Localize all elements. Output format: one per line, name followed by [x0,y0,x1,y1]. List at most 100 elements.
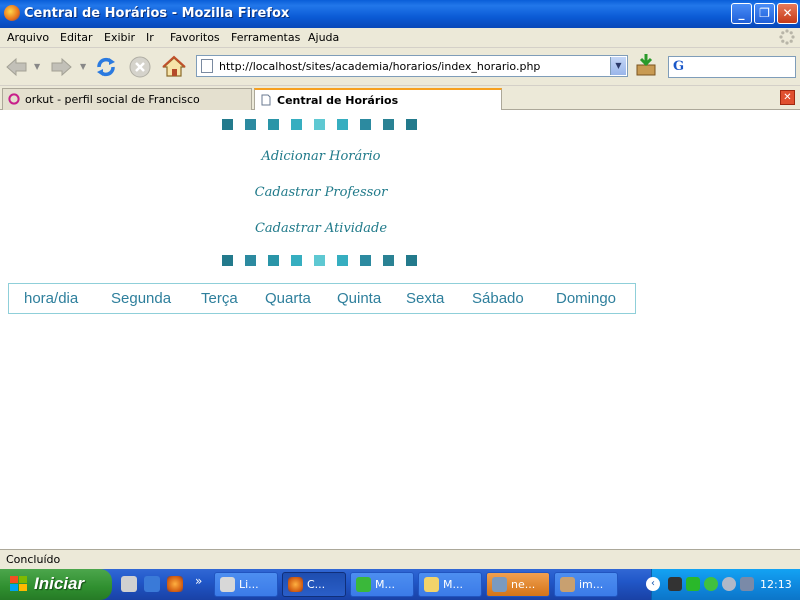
reload-icon[interactable] [93,54,119,80]
tray-app-icon[interactable] [668,577,682,591]
decorative-square [268,119,279,130]
maximize-button[interactable]: ❐ [754,3,775,24]
taskbar-clock: 12:13 [760,578,792,591]
link-adicionar-horario[interactable]: Adicionar Horário [200,148,442,184]
messenger-icon [356,577,371,592]
google-search-icon[interactable]: G [673,59,684,74]
nav-links: Adicionar Horário Cadastrar Professor Ca… [200,148,442,256]
tray-expand-icon[interactable]: ‹ [646,577,660,591]
menu-ir[interactable]: Ir [146,31,154,44]
col-quarta: Quarta [265,290,311,307]
tab-central-de-horarios[interactable]: Central de Horários [254,88,502,110]
quicklaunch-overflow-icon[interactable]: » [195,574,202,588]
link-cadastrar-atividade[interactable]: Cadastrar Atividade [200,220,442,256]
decorative-square [245,119,256,130]
decorative-square [406,255,417,266]
forward-arrow-icon[interactable] [48,54,74,80]
windows-logo-icon [10,576,28,592]
decorative-square [337,255,348,266]
home-icon[interactable] [161,54,187,80]
start-button[interactable]: Iniciar [0,569,112,600]
task-button[interactable]: Li... [214,572,278,597]
tray-network-icon[interactable] [740,577,754,591]
orkut-icon [8,93,20,105]
quicklaunch-app-icon[interactable] [121,576,137,592]
menu-ferramentas[interactable]: Ferramentas [231,31,300,44]
menu-exibir[interactable]: Exibir [104,31,135,44]
quicklaunch-firefox-icon[interactable] [167,576,183,592]
tab-bar: orkut - perfil social de Francisco Centr… [0,86,800,110]
quicklaunch-ie-icon[interactable] [144,576,160,592]
close-tab-icon[interactable]: ✕ [780,90,795,105]
menu-editar[interactable]: Editar [60,31,93,44]
network-app-icon [492,577,507,592]
page-icon [261,94,271,106]
url-bar[interactable]: ▼ [196,55,628,77]
tray-status-icon[interactable] [686,577,700,591]
tab-orkut[interactable]: orkut - perfil social de Francisco [2,88,252,110]
col-sexta: Sexta [406,290,445,307]
decorative-square [383,119,394,130]
col-terca: Terça [201,290,238,307]
col-domingo: Domingo [556,290,617,307]
start-label: Iniciar [34,574,85,593]
task-button-network[interactable]: ne... [486,572,550,597]
url-input[interactable] [219,58,599,74]
decorative-square [314,119,325,130]
back-arrow-icon[interactable] [4,54,30,80]
task-button-image[interactable]: im... [554,572,618,597]
menu-bar: Arquivo Editar Exibir Ir Favoritos Ferra… [0,28,800,48]
task-button-folder[interactable]: M... [418,572,482,597]
decorative-squares-bottom [222,255,417,266]
firefox-icon [4,5,20,21]
decorative-square [245,255,256,266]
tray-volume-icon[interactable] [722,577,736,591]
navigation-toolbar: ▼ ▼ ▼ G [0,48,800,86]
tab-label: orkut - perfil social de Francisco [25,93,200,106]
col-sabado: Sábado [472,290,524,307]
window-titlebar[interactable]: Central de Horários - Mozilla Firefox _ … [0,0,800,28]
menu-arquivo[interactable]: Arquivo [7,31,49,44]
stop-icon[interactable] [127,54,153,80]
menu-ajuda[interactable]: Ajuda [308,31,339,44]
folder-icon [424,577,439,592]
decorative-square [314,255,325,266]
page-icon [201,59,213,73]
tab-label: Central de Horários [277,94,399,107]
decorative-square [406,119,417,130]
link-cadastrar-professor[interactable]: Cadastrar Professor [200,184,442,220]
download-box-icon[interactable] [633,52,659,78]
minimize-button[interactable]: _ [731,3,752,24]
decorative-square [291,119,302,130]
system-tray: ‹ 12:13 [646,569,800,600]
search-box[interactable]: G [668,56,796,78]
decorative-square [360,119,371,130]
page-content: Adicionar Horário Cadastrar Professor Ca… [0,110,800,549]
forward-dropdown-icon[interactable]: ▼ [80,62,86,71]
decorative-square [360,255,371,266]
col-hora-dia: hora/dia [24,290,79,307]
decorative-square [268,255,279,266]
task-button-firefox[interactable]: C... [282,572,346,597]
schedule-table-header: hora/dia Segunda Terça Quarta Quinta Sex… [8,283,636,314]
firefox-icon [288,577,303,592]
decorative-squares-top [222,119,417,130]
status-bar: Concluído [0,549,800,569]
url-history-dropdown-icon[interactable]: ▼ [610,57,626,75]
decorative-square [291,255,302,266]
back-dropdown-icon[interactable]: ▼ [34,62,40,71]
image-app-icon [560,577,575,592]
menu-favoritos[interactable]: Favoritos [170,31,220,44]
tray-messenger-icon[interactable] [704,577,718,591]
col-segunda: Segunda [111,290,172,307]
window-title: Central de Horários - Mozilla Firefox [24,6,290,21]
windows-taskbar: Iniciar » Li... C... M... M... ne... im.… [0,569,800,600]
decorative-square [337,119,348,130]
task-button-messenger[interactable]: M... [350,572,414,597]
decorative-square [383,255,394,266]
col-quinta: Quinta [337,290,382,307]
throbber-icon [779,29,795,45]
skull-app-icon [220,577,235,592]
close-window-button[interactable]: ✕ [777,3,798,24]
decorative-square [222,119,233,130]
